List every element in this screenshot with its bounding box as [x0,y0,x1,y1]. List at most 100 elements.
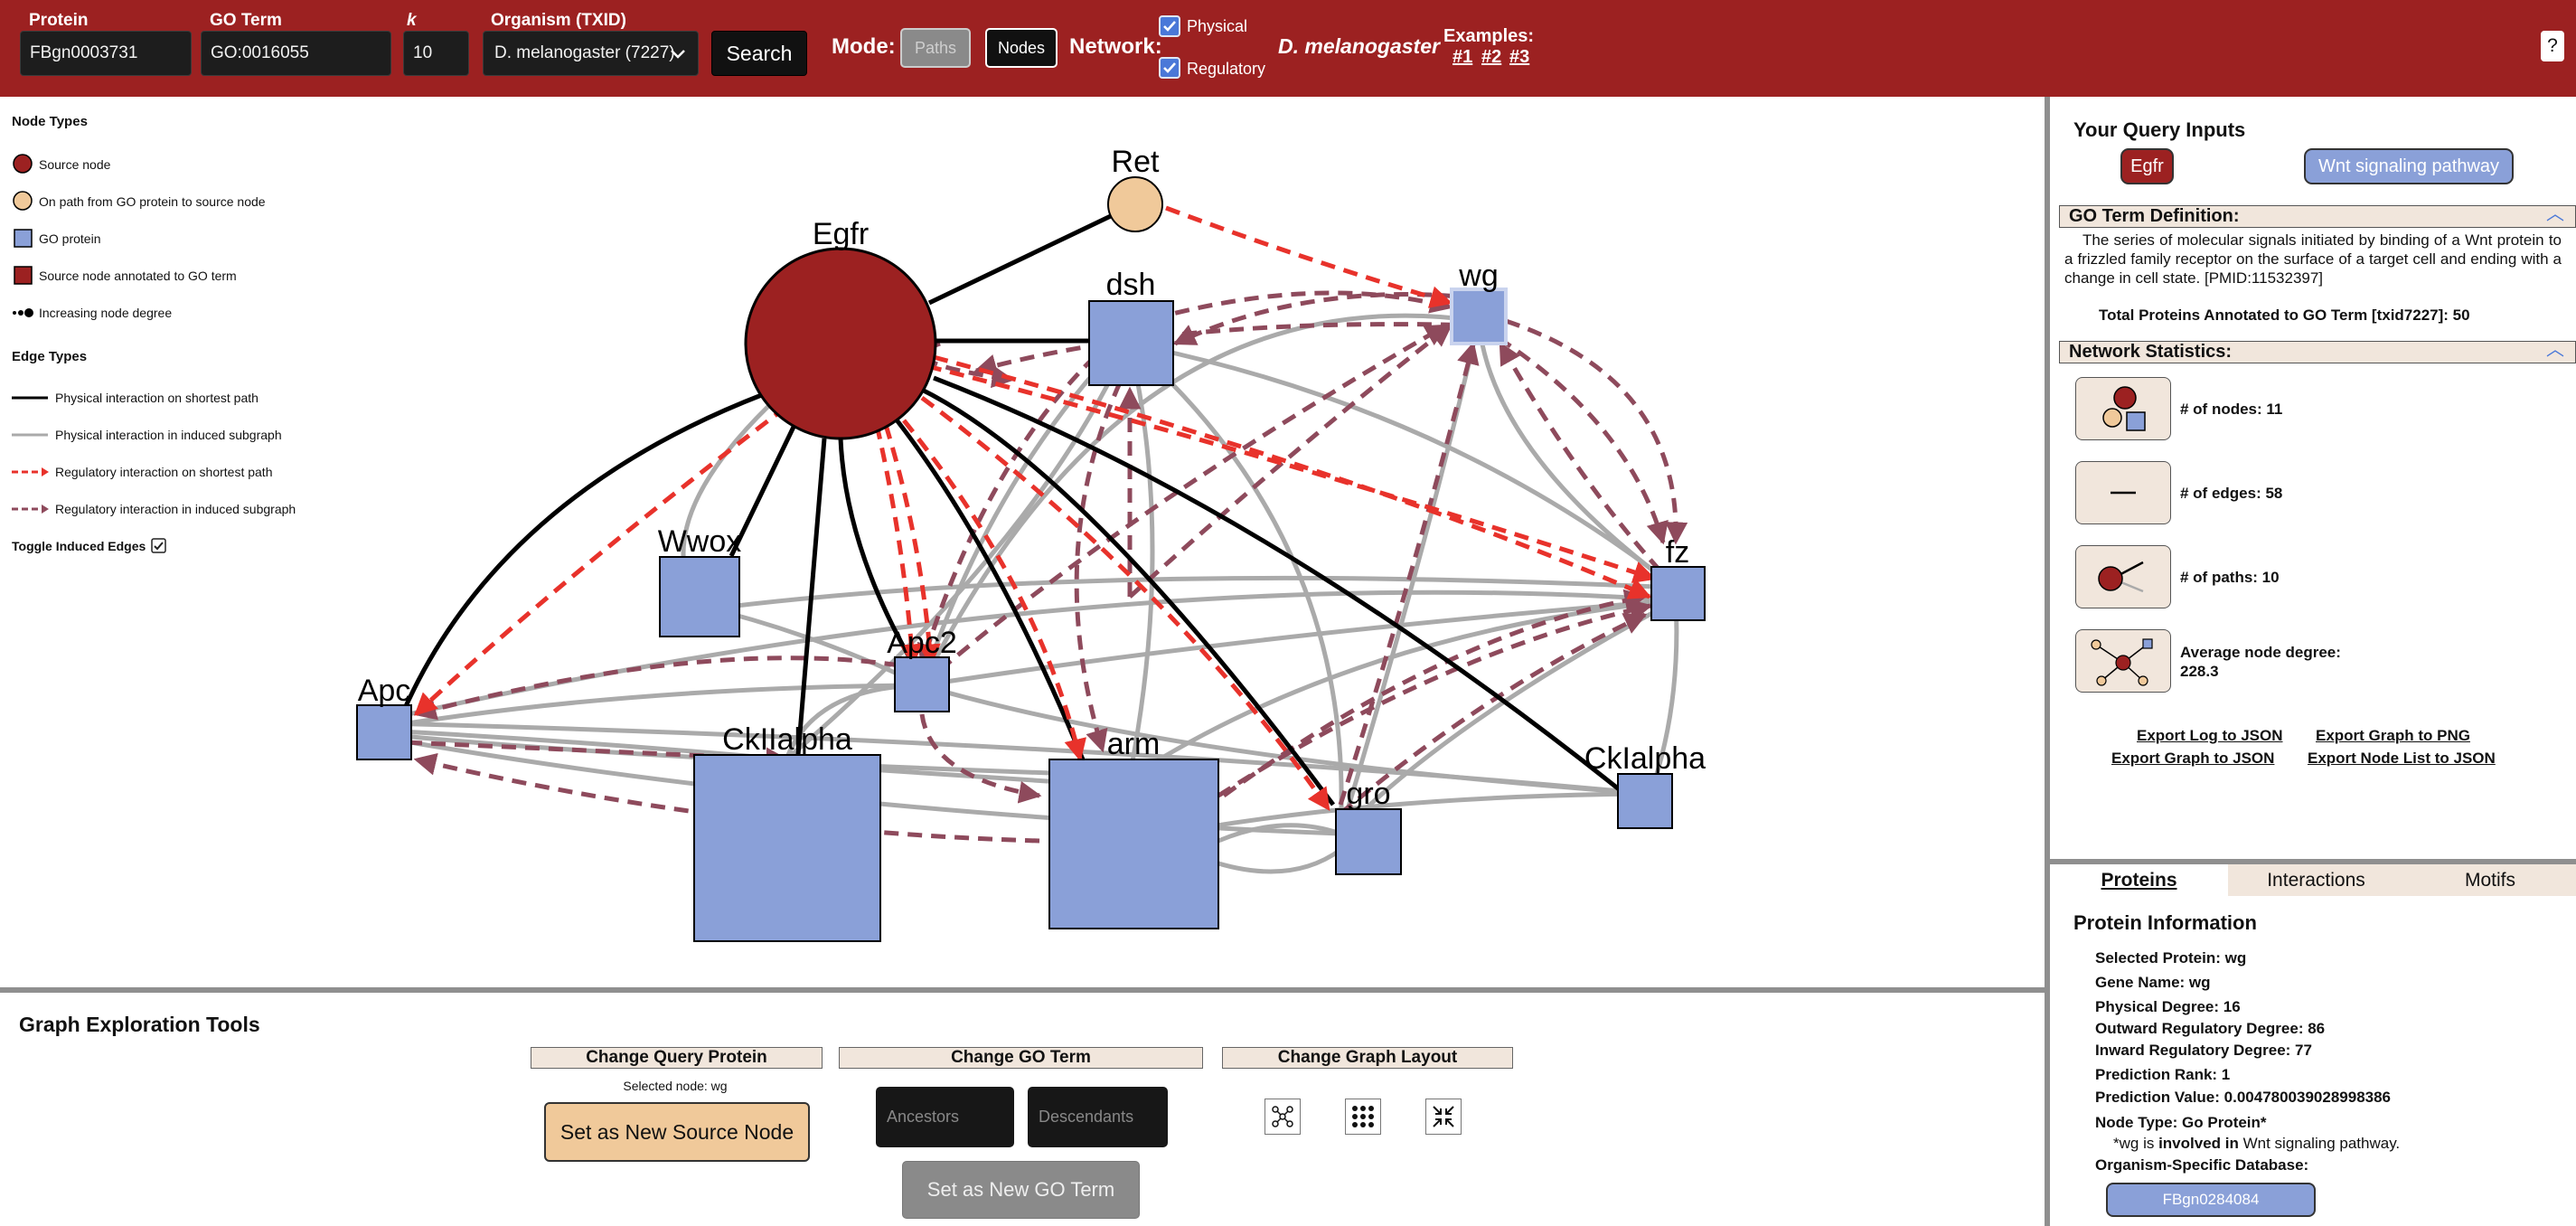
tools-title: Graph Exploration Tools [19,1013,260,1036]
mode-label: Mode: [832,34,896,59]
collapse-icon[interactable]: ︿ [2546,340,2564,361]
top-toolbar: Protein GO Term k Organism (TXID) D. mel… [0,0,2576,97]
legend-source-annotated: Source node annotated to GO term [12,264,237,288]
go-definition-text: The series of molecular signals initiate… [2064,231,2562,287]
graph-node-dsh[interactable]: dsh [1088,268,1174,386]
graph-node-apc[interactable]: Apc [356,674,412,760]
physical-checkbox[interactable] [1159,15,1180,37]
graph-node-gro[interactable]: gro [1335,777,1402,875]
source-annotated-icon [14,266,33,285]
legend-edge-types-title: Edge Types [12,349,88,364]
node-degree-icon [2091,638,2153,686]
node-label-egfr: Egfr [813,217,869,251]
stat-nodes-icon-box [2075,377,2171,440]
network-stats-title: Network Statistics: [2069,342,2233,362]
right-panel: Your Query Inputs Egfr Wnt signaling pat… [2045,97,2576,1226]
graph-node-ret[interactable]: Ret [1107,145,1163,232]
source-node-icon [13,154,33,174]
tab-proteins[interactable]: Proteins [2050,864,2228,896]
graph-node-wwox[interactable]: Wwox [658,524,742,637]
export-node-list-link[interactable]: Export Node List to JSON [2308,750,2496,768]
network-graph[interactable]: Ret Egfr wg dsh Wwox Apc Apc2 CkIIalpha … [0,97,2045,987]
protein-label: Protein [29,11,89,30]
example-link-2[interactable]: #2 [1481,47,1501,68]
go-involvement-note: *wg is involved in Wnt signaling pathway… [2113,1135,2401,1152]
toggle-induced-checkbox[interactable] [151,538,167,554]
tab-interactions[interactable]: Interactions [2228,864,2404,896]
search-button[interactable]: Search [711,31,807,76]
help-button[interactable]: ? [2541,31,2564,61]
ancestors-button[interactable]: Ancestors [876,1087,1014,1147]
nodes-icon [2102,386,2146,431]
graph-exploration-tools: Graph Exploration Tools Change Query Pro… [0,987,2045,1226]
k-input[interactable] [403,31,469,76]
check-icon [1163,62,1176,73]
prediction-value: Prediction Value: 0.004780039028998386 [2095,1089,2392,1106]
legend-go-protein: GO protein [12,227,100,250]
outward-regulatory-degree: Outward Regulatory Degree: 86 [2095,1020,2326,1037]
node-label-wg: wg [1458,259,1498,293]
query-protein-badge: Egfr [2120,148,2174,184]
legend-toggle-induced[interactable]: Toggle Induced Edges [12,538,167,554]
node-label-dsh: dsh [1106,268,1156,302]
organism-db-link-button[interactable]: FBgn0284084 [2106,1183,2316,1217]
graph-node-apc2[interactable]: Apc2 [887,626,957,712]
gene-name: Gene Name: wg [2095,974,2211,991]
legend-node-degree: Increasing node degree [12,301,172,325]
goterm-input[interactable] [201,31,391,76]
descendants-button[interactable]: Descendants [1028,1087,1168,1147]
stat-edges-icon-box [2075,461,2171,524]
physical-induced-edges [383,313,1679,874]
network-label: Network: [1069,34,1162,59]
network-layout-icon [1272,1106,1293,1127]
collapse-icon[interactable]: ︿ [2546,204,2564,225]
node-degree-icon [13,308,33,317]
set-source-node-button[interactable]: Set as New Source Node [544,1102,810,1162]
export-graph-png-link[interactable]: Export Graph to PNG [2316,727,2470,745]
set-go-term-button[interactable]: Set as New GO Term [902,1161,1140,1219]
node-type: Node Type: Go Protein* [2095,1114,2267,1131]
compress-arrows-icon [1433,1106,1454,1127]
selected-protein: Selected Protein: wg [2095,949,2247,967]
layout-fit-button[interactable] [1425,1099,1462,1135]
reg-induced-arrow-icon [12,505,49,514]
graph-node-wg[interactable]: wg [1450,259,1508,345]
species-name: D. melanogaster [1278,34,1440,58]
path-icon [2098,561,2144,593]
example-link-3[interactable]: #3 [1509,47,1529,68]
example-link-1[interactable]: #1 [1453,47,1472,68]
node-label-wwox: Wwox [658,524,742,559]
prediction-rank: Prediction Rank: 1 [2095,1066,2231,1083]
layout-force-button[interactable] [1264,1099,1301,1135]
graph-node-egfr[interactable]: Egfr [744,217,937,440]
info-panel: Proteins Interactions Motifs Protein Inf… [2050,859,2576,1226]
go-definition-header[interactable]: GO Term Definition: ︿ [2059,204,2576,228]
go-total-proteins: Total Proteins Annotated to GO Term [txi… [2099,306,2470,324]
node-label-apc2: Apc2 [887,626,957,660]
go-definition-title: GO Term Definition: [2069,206,2240,226]
graph-node-fz[interactable]: fz [1650,535,1706,621]
chevron-down-icon [671,50,685,59]
phys-induced-line-icon [12,433,48,437]
organism-select[interactable]: D. melanogaster (7227) [483,31,699,76]
query-goterm-badge: Wnt signaling pathway [2304,148,2514,184]
tab-motifs[interactable]: Motifs [2404,864,2576,896]
export-graph-json-link[interactable]: Export Graph to JSON [2111,750,2274,768]
protein-info-title: Protein Information [2073,911,2257,934]
mode-nodes-button[interactable]: Nodes [985,28,1058,68]
stat-degree-icon-box [2075,629,2171,693]
change-query-protein-header: Change Query Protein [531,1047,823,1069]
physical-label: Physical [1187,17,1248,35]
mode-paths-button[interactable]: Paths [900,28,971,68]
layout-grid-button[interactable] [1345,1099,1381,1135]
export-log-json-link[interactable]: Export Log to JSON [2137,727,2283,745]
change-graph-layout-header: Change Graph Layout [1222,1047,1513,1069]
protein-input[interactable] [20,31,192,76]
legend-phys-induced: Physical interaction in induced subgraph [12,423,282,447]
network-stats-header[interactable]: Network Statistics: ︿ [2059,340,2576,363]
regulatory-checkbox[interactable] [1159,57,1180,79]
graph-node-ckialpha[interactable]: CkIalpha [1584,741,1706,829]
graph-node-ckiialpha[interactable]: CkIIalpha [693,722,881,942]
node-label-fz: fz [1666,535,1689,570]
phys-shortest-line-icon [12,396,48,400]
